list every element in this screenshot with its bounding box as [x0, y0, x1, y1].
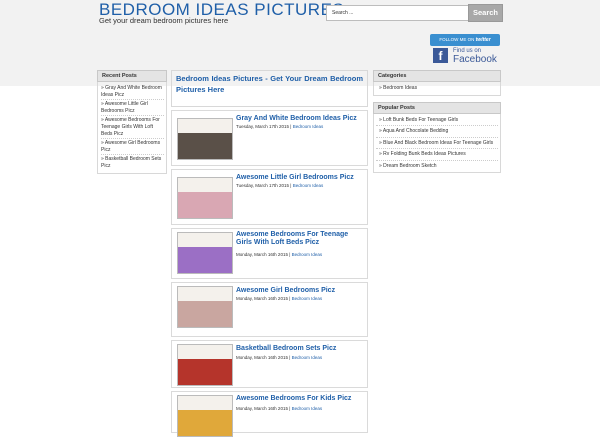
post-category-link[interactable]: Bedroom Ideas [292, 355, 323, 360]
post-title-link[interactable]: Basketball Bedroom Sets Picz [236, 345, 364, 353]
popular-post-link[interactable]: » Dream Bedroom Sketch [376, 161, 498, 172]
post-thumbnail[interactable] [177, 118, 233, 160]
categories-list: » Bedroom Ideas [373, 82, 501, 96]
post-item: Gray And White Bedroom Ideas Picz Tuesda… [171, 110, 368, 166]
facebook-line2: Facebook [453, 54, 497, 65]
category-link[interactable]: » Bedroom Ideas [376, 83, 498, 94]
post-title-link[interactable]: Awesome Girl Bedrooms Picz [236, 287, 364, 295]
recent-post-link[interactable]: » Awesome Girl Bedrooms Picz [101, 139, 164, 156]
post-meta: Monday, March 16th 2015 | Bedroom Ideas [236, 355, 322, 360]
post-title-link[interactable]: Awesome Little Girl Bedrooms Picz [236, 174, 364, 182]
post-meta: Monday, March 16th 2015 | Bedroom Ideas [236, 296, 322, 301]
right-sidebar: Categories » Bedroom Ideas Popular Posts… [373, 70, 501, 173]
post-date: Monday, March 16th 2015 [236, 252, 288, 257]
main-title-box: Bedroom Ideas Pictures - Get Your Dream … [171, 70, 368, 107]
post-date: Tuesday, March 17th 2015 [236, 183, 290, 188]
post-date: Monday, March 16th 2015 [236, 355, 288, 360]
post-date: Monday, March 16th 2015 [236, 296, 288, 301]
post-category-link[interactable]: Bedroom Ideas [293, 183, 324, 188]
post-item: Awesome Girl Bedrooms Picz Monday, March… [171, 282, 368, 337]
post-date: Tuesday, March 17th 2015 [236, 124, 290, 129]
post-item: Awesome Little Girl Bedrooms Picz Tuesda… [171, 169, 368, 225]
post-date: Monday, March 16th 2015 [236, 406, 288, 411]
twitter-brand: twitter [475, 37, 491, 43]
facebook-icon: f [433, 48, 448, 63]
post-meta: Monday, March 16th 2015 | Bedroom Ideas [236, 252, 322, 257]
recent-posts-list: » Gray And White Bedroom Ideas Picz » Aw… [97, 82, 167, 174]
categories-title: Categories [373, 70, 501, 82]
recent-post-link[interactable]: » Basketball Bedroom Sets Picz [101, 155, 164, 170]
post-meta: Tuesday, March 17th 2015 | Bedroom Ideas [236, 183, 323, 188]
twitter-follow-button[interactable]: FOLLOW ME ON twitter [430, 34, 500, 46]
recent-post-link[interactable]: » Gray And White Bedroom Ideas Picz [101, 84, 164, 101]
post-meta: Tuesday, March 17th 2015 | Bedroom Ideas [236, 124, 323, 129]
post-thumbnail[interactable] [177, 177, 233, 219]
post-thumbnail[interactable] [177, 344, 233, 386]
post-meta: Monday, March 16th 2015 | Bedroom Ideas [236, 406, 322, 411]
post-title-link[interactable]: Awesome Bedrooms For Kids Picz [236, 395, 364, 403]
post-thumbnail[interactable] [177, 286, 233, 328]
popular-post-link[interactable]: » Loft Bunk Beds For Teenage Girls [376, 115, 498, 126]
search-button[interactable]: Search [468, 4, 503, 22]
post-thumbnail[interactable] [177, 395, 233, 437]
post-thumbnail[interactable] [177, 232, 233, 274]
left-sidebar: Recent Posts » Gray And White Bedroom Id… [97, 70, 167, 174]
popular-post-link[interactable]: » Blue And Black Bedroom Ideas For Teena… [376, 138, 498, 149]
popular-post-link[interactable]: » Aqua And Chocolate Bedding [376, 126, 498, 138]
post-item: Awesome Bedrooms For Kids Picz Monday, M… [171, 391, 368, 437]
post-category-link[interactable]: Bedroom Ideas [292, 296, 323, 301]
post-category-link[interactable]: Bedroom Ideas [293, 124, 324, 129]
post-item: Basketball Bedroom Sets Picz Monday, Mar… [171, 340, 368, 388]
post-category-link[interactable]: Bedroom Ideas [292, 252, 323, 257]
site-description: Get your dream bedroom pictures here [99, 16, 229, 25]
page-title: Bedroom Ideas Pictures - Get Your Dream … [176, 74, 363, 94]
popular-posts-list: » Loft Bunk Beds For Teenage Girls » Aqu… [373, 113, 501, 173]
recent-post-link[interactable]: » Awesome Bedrooms For Teenage Girls Wit… [101, 116, 164, 140]
recent-posts-title: Recent Posts [97, 70, 167, 82]
popular-posts-title: Popular Posts [373, 101, 501, 114]
main-content: Bedroom Ideas Pictures - Get Your Dream … [171, 70, 368, 437]
post-title-link[interactable]: Gray And White Bedroom Ideas Picz [236, 115, 364, 123]
post-category-link[interactable]: Bedroom Ideas [292, 406, 323, 411]
twitter-label: FOLLOW ME ON [439, 37, 475, 42]
facebook-link[interactable]: f Find us on Facebook [433, 48, 497, 65]
recent-post-link[interactable]: » Awesome Little Girl Bedrooms Picz [101, 100, 164, 117]
post-item: Awesome Bedrooms For Teenage Girls With … [171, 228, 368, 279]
post-title-link[interactable]: Awesome Bedrooms For Teenage Girls With … [236, 231, 364, 247]
search-input[interactable]: Search ... [326, 5, 469, 21]
popular-post-link[interactable]: » Rv Folding Bunk Beds Ideas Pictures [376, 149, 498, 161]
